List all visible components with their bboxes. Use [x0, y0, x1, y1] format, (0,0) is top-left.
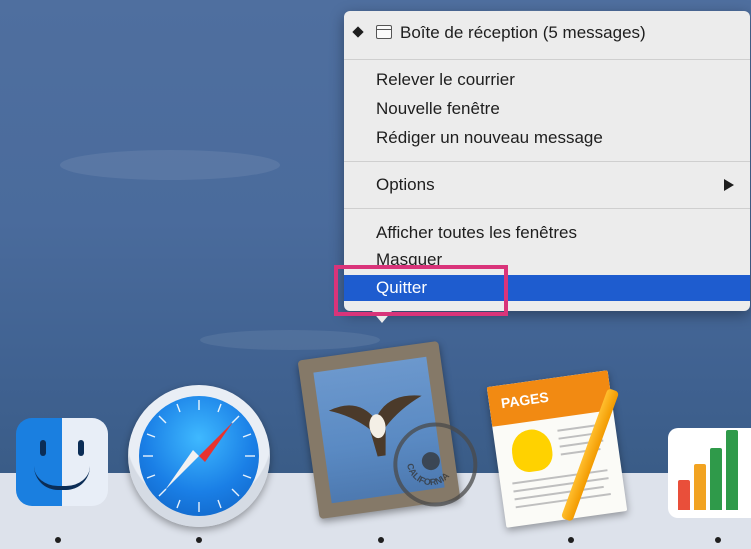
menu-item-new-window[interactable]: Nouvelle fenêtre [344, 97, 750, 121]
numbers-icon[interactable] [668, 428, 751, 518]
menu-item-inbox[interactable]: Boîte de réception (5 messages) [344, 21, 750, 45]
menu-item-options[interactable]: Options [344, 173, 750, 197]
safari-icon[interactable] [128, 385, 270, 527]
pages-icon[interactable]: PAGES [486, 370, 646, 528]
submenu-arrow-icon [724, 179, 734, 191]
running-indicator-dot [715, 537, 721, 543]
running-indicator-dot [568, 537, 574, 543]
mail-icon[interactable]: CALIFORNIA [297, 340, 483, 520]
menu-item-show-all-windows[interactable]: Afficher toutes les fenêtres [344, 221, 750, 245]
menu-item-get-mail[interactable]: Relever le courrier [344, 68, 750, 92]
finder-icon[interactable] [16, 418, 108, 506]
quit-highlight-annotation [334, 265, 508, 316]
running-indicator-dot [55, 537, 61, 543]
menu-separator [344, 161, 750, 162]
menu-separator [344, 208, 750, 209]
running-indicator-dot [196, 537, 202, 543]
menu-item-compose-message[interactable]: Rédiger un nouveau message [344, 126, 750, 150]
menu-separator [344, 59, 750, 60]
active-window-diamond-icon [352, 26, 364, 38]
running-indicator-dot [378, 537, 384, 543]
window-icon [376, 25, 392, 39]
